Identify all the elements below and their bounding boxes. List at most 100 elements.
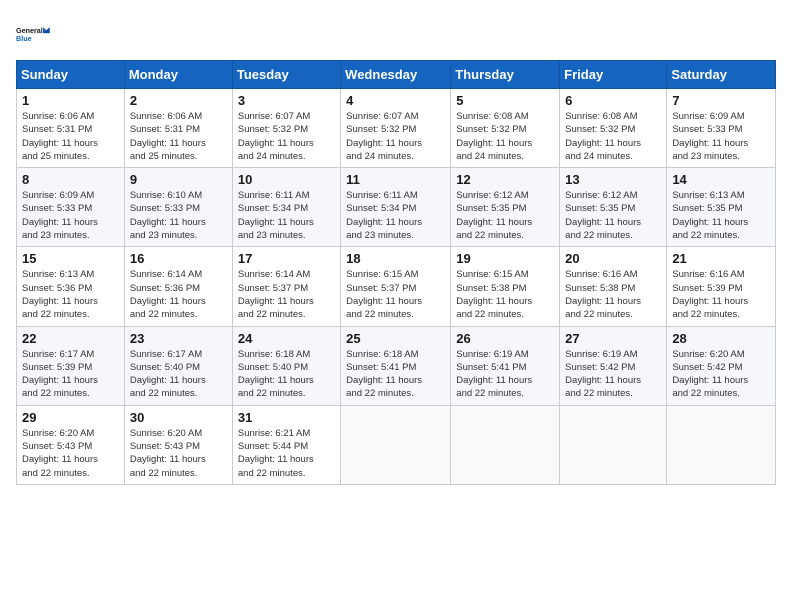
- day-number: 16: [130, 251, 227, 266]
- calendar-header-row: SundayMondayTuesdayWednesdayThursdayFrid…: [17, 61, 776, 89]
- calendar-cell: 8 Sunrise: 6:09 AM Sunset: 5:33 PM Daylig…: [17, 168, 125, 247]
- day-info: Sunrise: 6:17 AM Sunset: 5:39 PM Dayligh…: [22, 348, 119, 401]
- day-info: Sunrise: 6:08 AM Sunset: 5:32 PM Dayligh…: [565, 110, 661, 163]
- day-info: Sunrise: 6:18 AM Sunset: 5:41 PM Dayligh…: [346, 348, 445, 401]
- calendar-cell: 18 Sunrise: 6:15 AM Sunset: 5:37 PM Dayli…: [341, 247, 451, 326]
- calendar-week-5: 29 Sunrise: 6:20 AM Sunset: 5:43 PM Dayli…: [17, 405, 776, 484]
- calendar-cell: [560, 405, 667, 484]
- day-number: 24: [238, 331, 335, 346]
- calendar-cell: 5 Sunrise: 6:08 AM Sunset: 5:32 PM Daylig…: [451, 89, 560, 168]
- calendar-cell: 22 Sunrise: 6:17 AM Sunset: 5:39 PM Dayli…: [17, 326, 125, 405]
- day-info: Sunrise: 6:13 AM Sunset: 5:35 PM Dayligh…: [672, 189, 770, 242]
- calendar-cell: 19Sunrise: 6:15 AM Sunset: 5:38 PM Dayli…: [451, 247, 560, 326]
- day-info: Sunrise: 6:11 AM Sunset: 5:34 PM Dayligh…: [238, 189, 335, 242]
- calendar-cell: 25 Sunrise: 6:18 AM Sunset: 5:41 PM Dayli…: [341, 326, 451, 405]
- day-number: 2: [130, 93, 227, 108]
- day-number: 17: [238, 251, 335, 266]
- day-info: Sunrise: 6:20 AM Sunset: 5:42 PM Dayligh…: [672, 348, 770, 401]
- day-number: 23: [130, 331, 227, 346]
- day-info: Sunrise: 6:19 AM Sunset: 5:42 PM Dayligh…: [565, 348, 661, 401]
- day-number: 15: [22, 251, 119, 266]
- day-info: Sunrise: 6:08 AM Sunset: 5:32 PM Dayligh…: [456, 110, 554, 163]
- day-number: 29: [22, 410, 119, 425]
- calendar-cell: 3Sunrise: 6:07 AM Sunset: 5:32 PM Daylig…: [232, 89, 340, 168]
- calendar-cell: [451, 405, 560, 484]
- day-number: 27: [565, 331, 661, 346]
- col-header-wednesday: Wednesday: [341, 61, 451, 89]
- day-number: 22: [22, 331, 119, 346]
- day-number: 3: [238, 93, 335, 108]
- day-number: 14: [672, 172, 770, 187]
- day-number: 30: [130, 410, 227, 425]
- calendar-cell: 21 Sunrise: 6:16 AM Sunset: 5:39 PM Dayli…: [667, 247, 776, 326]
- calendar-cell: 17 Sunrise: 6:14 AM Sunset: 5:37 PM Dayli…: [232, 247, 340, 326]
- calendar-cell: [667, 405, 776, 484]
- day-number: 9: [130, 172, 227, 187]
- day-number: 7: [672, 93, 770, 108]
- day-info: Sunrise: 6:15 AM Sunset: 5:37 PM Dayligh…: [346, 268, 445, 321]
- day-info: Sunrise: 6:18 AM Sunset: 5:40 PM Dayligh…: [238, 348, 335, 401]
- day-number: 26: [456, 331, 554, 346]
- day-info: Sunrise: 6:11 AM Sunset: 5:34 PM Dayligh…: [346, 189, 445, 242]
- day-info: Sunrise: 6:07 AM Sunset: 5:32 PM Dayligh…: [346, 110, 445, 163]
- day-info: Sunrise: 6:17 AM Sunset: 5:40 PM Dayligh…: [130, 348, 227, 401]
- day-number: 5: [456, 93, 554, 108]
- col-header-monday: Monday: [124, 61, 232, 89]
- day-info: Sunrise: 6:19 AM Sunset: 5:41 PM Dayligh…: [456, 348, 554, 401]
- day-number: 13: [565, 172, 661, 187]
- calendar-cell: 7 Sunrise: 6:09 AM Sunset: 5:33 PM Daylig…: [667, 89, 776, 168]
- calendar-cell: 6 Sunrise: 6:08 AM Sunset: 5:32 PM Daylig…: [560, 89, 667, 168]
- calendar-week-2: 8 Sunrise: 6:09 AM Sunset: 5:33 PM Daylig…: [17, 168, 776, 247]
- calendar-cell: 20Sunrise: 6:16 AM Sunset: 5:38 PM Dayli…: [560, 247, 667, 326]
- calendar-cell: 2 Sunrise: 6:06 AM Sunset: 5:31 PM Daylig…: [124, 89, 232, 168]
- day-info: Sunrise: 6:09 AM Sunset: 5:33 PM Dayligh…: [672, 110, 770, 163]
- day-info: Sunrise: 6:10 AM Sunset: 5:33 PM Dayligh…: [130, 189, 227, 242]
- calendar-cell: 13 Sunrise: 6:12 AM Sunset: 5:35 PM Dayli…: [560, 168, 667, 247]
- day-number: 12: [456, 172, 554, 187]
- day-info: Sunrise: 6:16 AM Sunset: 5:39 PM Dayligh…: [672, 268, 770, 321]
- day-info: Sunrise: 6:09 AM Sunset: 5:33 PM Dayligh…: [22, 189, 119, 242]
- calendar-cell: 10 Sunrise: 6:11 AM Sunset: 5:34 PM Dayli…: [232, 168, 340, 247]
- day-number: 10: [238, 172, 335, 187]
- day-number: 21: [672, 251, 770, 266]
- calendar-cell: 23 Sunrise: 6:17 AM Sunset: 5:40 PM Dayli…: [124, 326, 232, 405]
- day-info: Sunrise: 6:20 AM Sunset: 5:43 PM Dayligh…: [22, 427, 119, 480]
- day-info: Sunrise: 6:16 AM Sunset: 5:38 PM Dayligh…: [565, 268, 661, 321]
- day-info: Sunrise: 6:21 AM Sunset: 5:44 PM Dayligh…: [238, 427, 335, 480]
- day-info: Sunrise: 6:12 AM Sunset: 5:35 PM Dayligh…: [456, 189, 554, 242]
- day-number: 6: [565, 93, 661, 108]
- page-header: GeneralBlue: [16, 16, 776, 52]
- day-number: 31: [238, 410, 335, 425]
- calendar-cell: 4 Sunrise: 6:07 AM Sunset: 5:32 PM Daylig…: [341, 89, 451, 168]
- calendar-cell: 14 Sunrise: 6:13 AM Sunset: 5:35 PM Dayli…: [667, 168, 776, 247]
- day-number: 11: [346, 172, 445, 187]
- calendar-cell: 1Sunrise: 6:06 AM Sunset: 5:31 PM Daylig…: [17, 89, 125, 168]
- day-number: 4: [346, 93, 445, 108]
- col-header-saturday: Saturday: [667, 61, 776, 89]
- calendar-table: SundayMondayTuesdayWednesdayThursdayFrid…: [16, 60, 776, 485]
- day-number: 25: [346, 331, 445, 346]
- col-header-thursday: Thursday: [451, 61, 560, 89]
- day-info: Sunrise: 6:13 AM Sunset: 5:36 PM Dayligh…: [22, 268, 119, 321]
- calendar-cell: 12 Sunrise: 6:12 AM Sunset: 5:35 PM Dayli…: [451, 168, 560, 247]
- day-number: 18: [346, 251, 445, 266]
- calendar-week-4: 22 Sunrise: 6:17 AM Sunset: 5:39 PM Dayli…: [17, 326, 776, 405]
- calendar-cell: 11 Sunrise: 6:11 AM Sunset: 5:34 PM Dayli…: [341, 168, 451, 247]
- calendar-week-3: 15 Sunrise: 6:13 AM Sunset: 5:36 PM Dayli…: [17, 247, 776, 326]
- day-info: Sunrise: 6:15 AM Sunset: 5:38 PM Dayligh…: [456, 268, 554, 321]
- day-info: Sunrise: 6:20 AM Sunset: 5:43 PM Dayligh…: [130, 427, 227, 480]
- calendar-cell: 15 Sunrise: 6:13 AM Sunset: 5:36 PM Dayli…: [17, 247, 125, 326]
- day-info: Sunrise: 6:06 AM Sunset: 5:31 PM Dayligh…: [22, 110, 119, 163]
- col-header-tuesday: Tuesday: [232, 61, 340, 89]
- calendar-cell: 29 Sunrise: 6:20 AM Sunset: 5:43 PM Dayli…: [17, 405, 125, 484]
- day-info: Sunrise: 6:14 AM Sunset: 5:37 PM Dayligh…: [238, 268, 335, 321]
- day-info: Sunrise: 6:06 AM Sunset: 5:31 PM Dayligh…: [130, 110, 227, 163]
- col-header-sunday: Sunday: [17, 61, 125, 89]
- day-info: Sunrise: 6:14 AM Sunset: 5:36 PM Dayligh…: [130, 268, 227, 321]
- day-info: Sunrise: 6:12 AM Sunset: 5:35 PM Dayligh…: [565, 189, 661, 242]
- day-number: 8: [22, 172, 119, 187]
- calendar-cell: 30 Sunrise: 6:20 AM Sunset: 5:43 PM Dayli…: [124, 405, 232, 484]
- calendar-cell: 28Sunrise: 6:20 AM Sunset: 5:42 PM Dayli…: [667, 326, 776, 405]
- logo-icon: GeneralBlue: [16, 16, 52, 52]
- calendar-cell: 31 Sunrise: 6:21 AM Sunset: 5:44 PM Dayli…: [232, 405, 340, 484]
